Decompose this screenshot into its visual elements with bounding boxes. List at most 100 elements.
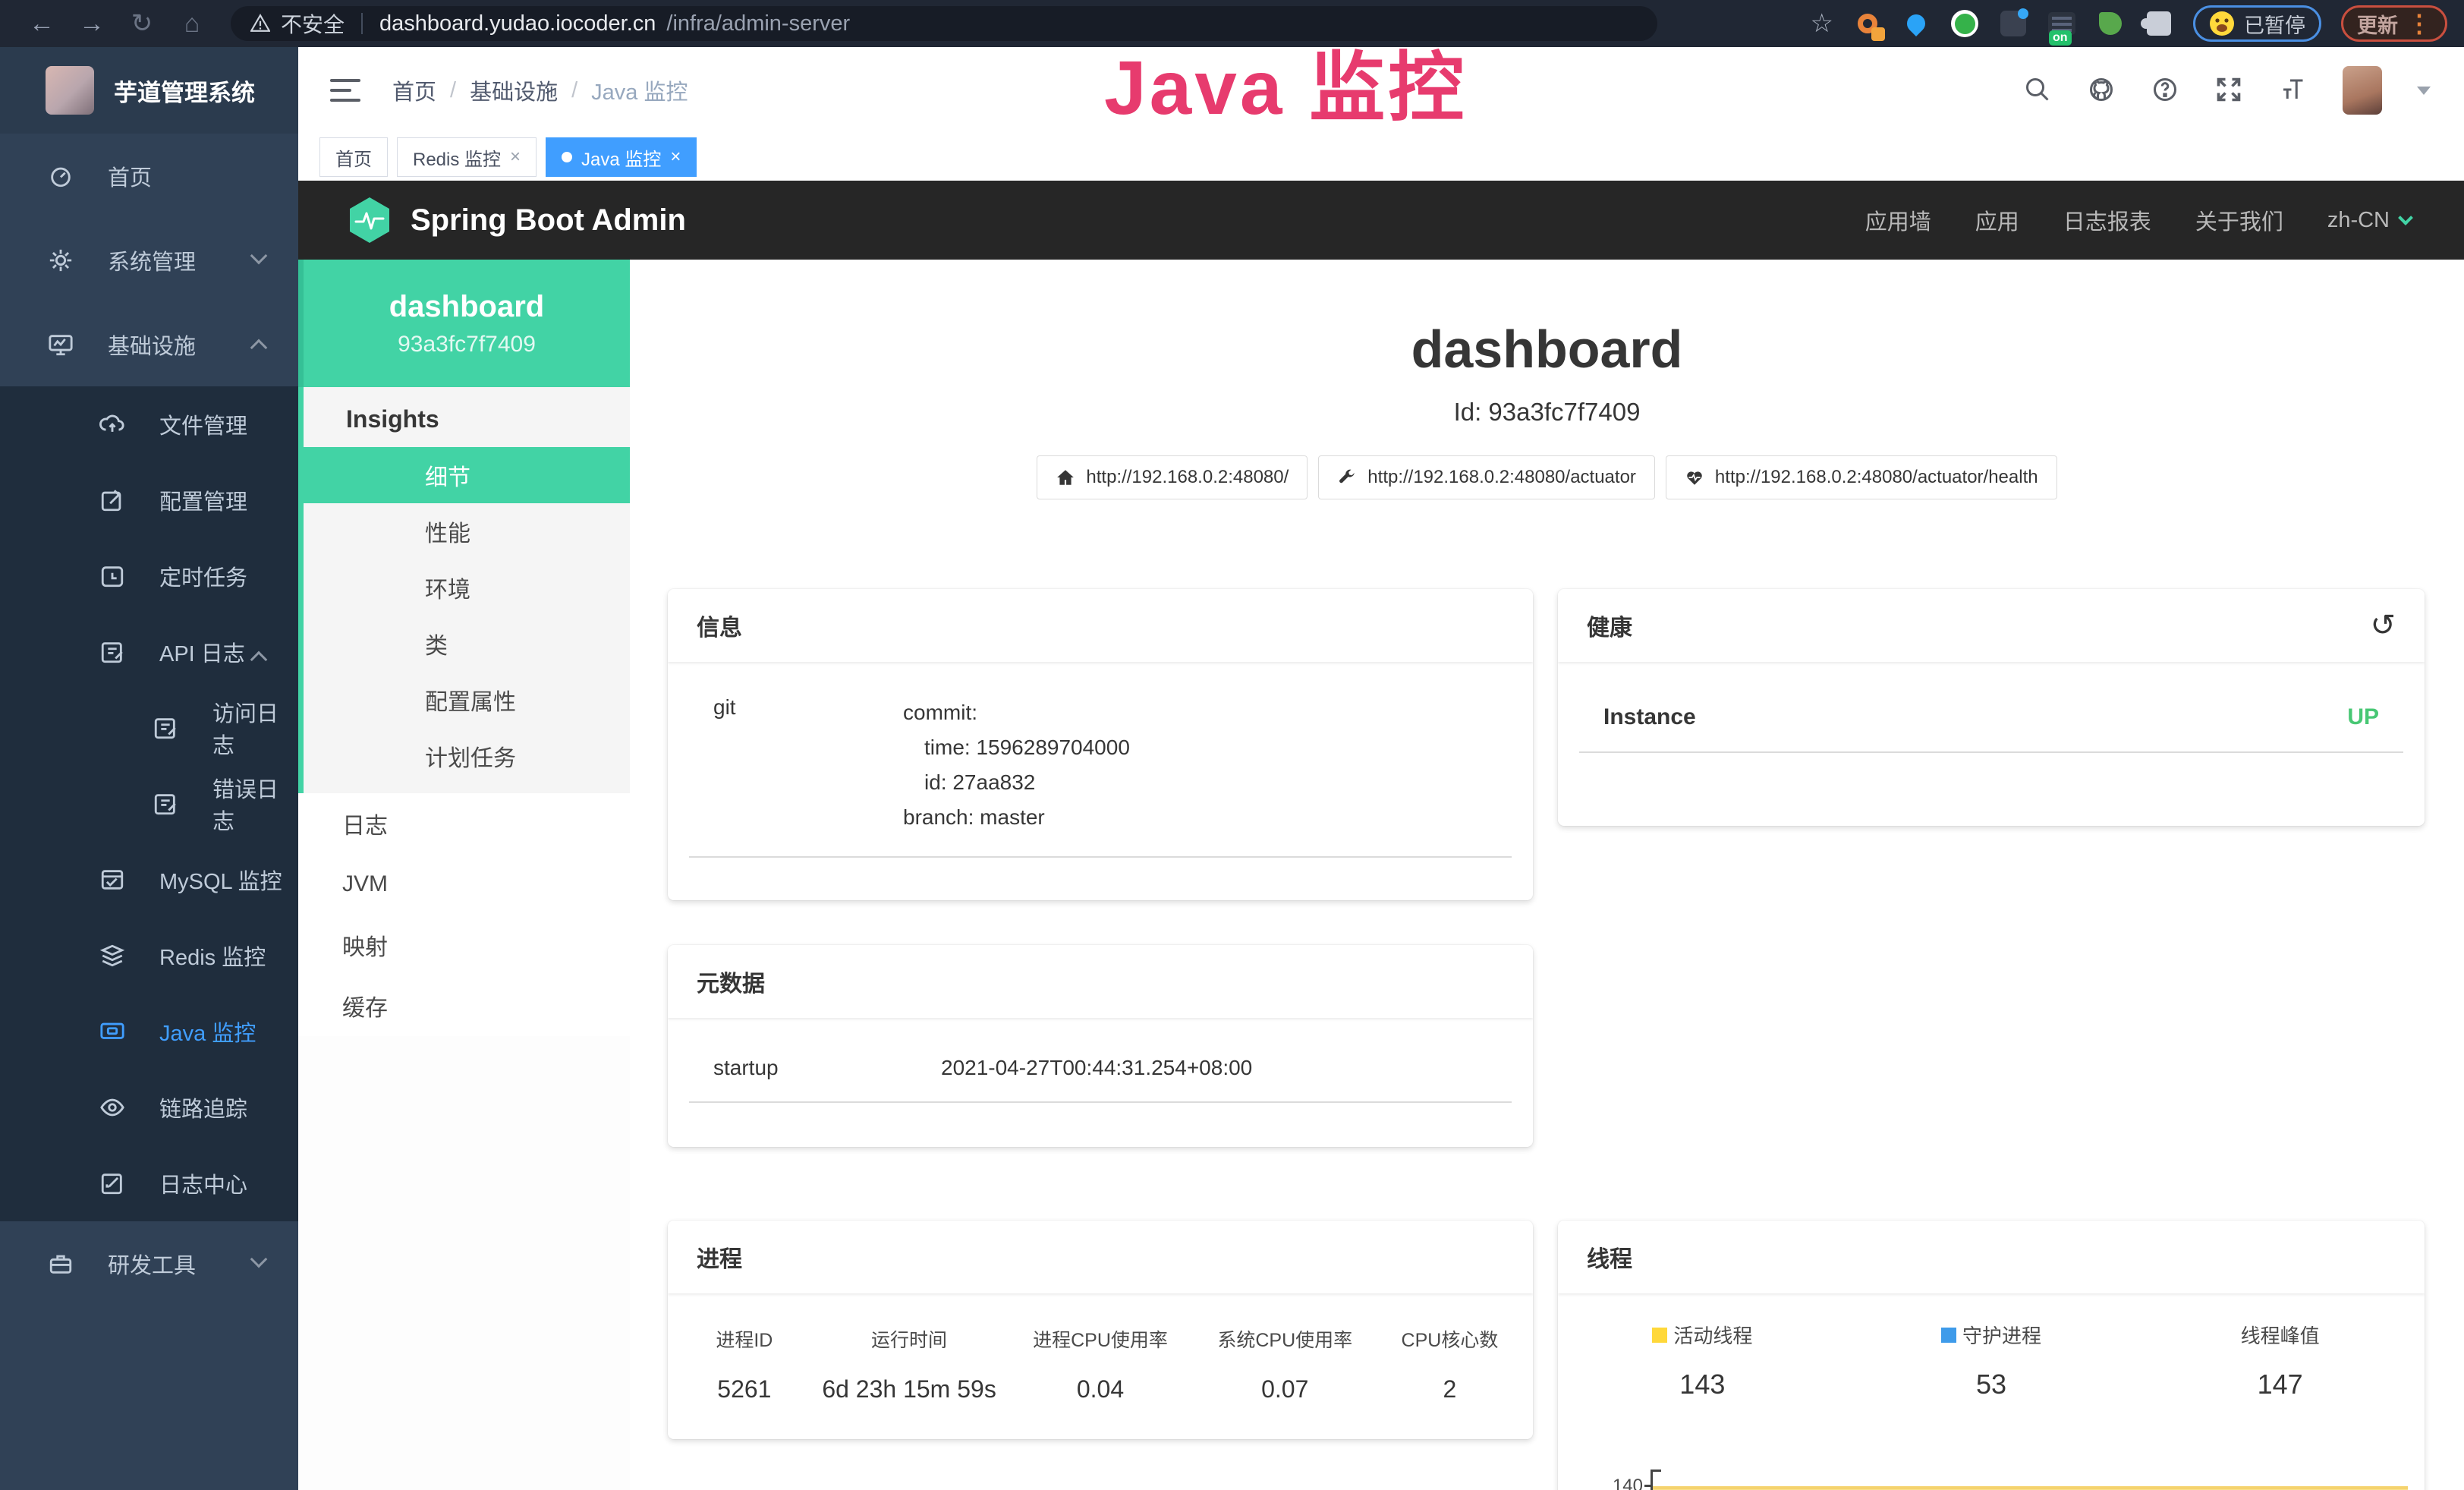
sidebar-item-error-logs[interactable]: 错误日志: [0, 766, 298, 842]
row-divider: [1579, 751, 2403, 753]
sidebar-item-file-manage[interactable]: 文件管理: [0, 386, 298, 462]
gear-icon: [47, 247, 74, 274]
sba-item-environment[interactable]: 环境: [304, 559, 630, 616]
browser-back-icon[interactable]: ←: [17, 9, 67, 39]
sidebar-item-mysql-monitor[interactable]: MySQL 监控: [0, 842, 298, 918]
sba-item-config-props[interactable]: 配置属性: [304, 672, 630, 728]
legend-label: 线程峰值: [2241, 1321, 2320, 1349]
browser-menu-dots-icon[interactable]: ⋮: [2407, 9, 2431, 38]
sba-item-caches[interactable]: 缓存: [298, 975, 630, 1036]
security-label[interactable]: 不安全: [281, 8, 345, 39]
active-tab-dot: [562, 152, 572, 162]
sba-item-classes[interactable]: 类: [304, 616, 630, 672]
health-url-button[interactable]: http://192.168.0.2:48080/actuator/health: [1666, 455, 2057, 499]
fullscreen-icon[interactable]: [2215, 76, 2244, 105]
user-menu-caret-icon[interactable]: [2417, 87, 2431, 95]
extension-icon-orange[interactable]: [1853, 9, 1882, 38]
process-table: 进程ID 5261 运行时间 6d 23h 15m 59s 进程CPU使用率 0…: [668, 1293, 1533, 1403]
sidebar-item-api-logs[interactable]: API 日志: [0, 614, 298, 690]
sidebar-item-scheduled-jobs[interactable]: 定时任务: [0, 538, 298, 614]
y-axis-tickmark: [1644, 1485, 1651, 1487]
breadcrumb-home[interactable]: 首页: [392, 74, 436, 106]
help-icon[interactable]: [2151, 76, 2180, 105]
extension-icon-green-circle[interactable]: [1950, 9, 1979, 38]
tab-close-icon[interactable]: ×: [670, 146, 681, 168]
browser-home-icon[interactable]: ⌂: [167, 9, 217, 39]
sidebar-item-config-manage[interactable]: 配置管理: [0, 462, 298, 538]
url-host[interactable]: dashboard.yudao.iocoder.cn: [379, 11, 656, 36]
threads-card-title: 线程: [1587, 1240, 1632, 1274]
omnibox-divider: [361, 13, 363, 34]
sidebar-item-tracing[interactable]: 链路追踪: [0, 1069, 298, 1145]
sidebar-item-log-center[interactable]: 日志中心: [0, 1145, 298, 1221]
profile-paused-chip[interactable]: 已暂停: [2193, 5, 2321, 42]
sidebar-item-label: 配置管理: [159, 484, 247, 516]
hamburger-icon[interactable]: [330, 79, 360, 102]
sidebar-item-access-logs[interactable]: 访问日志: [0, 690, 298, 766]
sba-item-mappings[interactable]: 映射: [298, 915, 630, 975]
sidebar-item-redis-monitor[interactable]: Redis 监控: [0, 918, 298, 994]
sba-item-metrics[interactable]: 性能: [304, 503, 630, 559]
screen: ← → ↻ ⌂ 不安全 dashboard.yudao.iocoder.cn/i…: [0, 0, 2464, 1490]
sidebar-item-system[interactable]: 系统管理: [0, 218, 298, 302]
browser-reload-icon[interactable]: ↻: [117, 8, 167, 39]
sba-item-jvm[interactable]: JVM: [298, 854, 630, 915]
extensions-puzzle-icon[interactable]: [2145, 9, 2173, 38]
actuator-url-button[interactable]: http://192.168.0.2:48080/actuator: [1318, 455, 1655, 499]
process-card: 进程 进程ID 5261 运行时间 6d 23h 15m 59s 进程CPU使用…: [668, 1221, 1533, 1439]
sba-nav-about[interactable]: 关于我们: [2195, 204, 2283, 236]
sidebar-item-java-monitor[interactable]: Java 监控: [0, 994, 298, 1069]
sba-brand-title[interactable]: Spring Boot Admin: [411, 203, 686, 238]
github-icon[interactable]: [2088, 76, 2116, 105]
update-label: 更新: [2357, 9, 2398, 39]
tab-redis-monitor[interactable]: Redis 监控 ×: [397, 137, 537, 177]
extension-icon-switch[interactable]: on: [2047, 9, 2076, 38]
app-logo-row[interactable]: 芋道管理系统: [0, 47, 298, 134]
process-col-header: 进程CPU使用率: [1008, 1325, 1192, 1353]
sba-item-logs[interactable]: 日志: [298, 793, 630, 854]
tab-label: Java 监控: [581, 144, 661, 171]
process-col-value: 5261: [678, 1375, 810, 1403]
page-instance-id: Id: 93a3fc7f7409: [630, 398, 2464, 427]
sidebar-item-label: API 日志: [159, 636, 245, 668]
browser-update-button[interactable]: 更新 ⋮: [2341, 5, 2447, 42]
cloud-upload-icon: [99, 411, 126, 438]
wrench-icon: [1337, 468, 1357, 487]
threads-card: 线程 活动线程 143 守护进程 53 线程峰值 14: [1558, 1221, 2425, 1490]
legend-swatch-active-threads: [1652, 1328, 1667, 1343]
sba-nav-wallboard[interactable]: 应用墙: [1865, 204, 1931, 236]
sba-instance-id: 93a3fc7f7409: [304, 332, 630, 358]
sidebar-item-dev-tools[interactable]: 研发工具: [0, 1221, 298, 1306]
user-avatar[interactable]: [2343, 66, 2382, 115]
extension-icon-grid[interactable]: [1999, 9, 2028, 38]
bookmark-star-icon[interactable]: ☆: [1811, 8, 1833, 39]
tab-home[interactable]: 首页: [319, 137, 388, 177]
sidebar-item-home[interactable]: 首页: [0, 134, 298, 218]
sidebar-item-label: 日志中心: [159, 1167, 247, 1199]
edit-square-icon: [99, 487, 126, 514]
sba-item-details[interactable]: 细节: [298, 447, 630, 503]
tab-java-monitor[interactable]: Java 监控 ×: [546, 137, 697, 177]
sba-language-select[interactable]: zh-CN: [2327, 208, 2411, 233]
extension-icon-pin[interactable]: [1902, 9, 1931, 38]
legend-label: 守护进程: [1962, 1321, 2041, 1349]
infra-submenu: 文件管理 配置管理 定时任务 API 日志 访: [0, 386, 298, 1221]
active-threads-area: [1653, 1486, 2408, 1490]
sba-item-scheduled-tasks[interactable]: 计划任务: [304, 728, 630, 784]
sidebar-item-infra[interactable]: 基础设施: [0, 302, 298, 386]
sidebar-item-label: 链路追踪: [159, 1092, 247, 1123]
browser-forward-icon[interactable]: →: [67, 9, 117, 39]
sba-nav-applications[interactable]: 应用: [1975, 204, 2019, 236]
url-path[interactable]: /infra/admin-server: [666, 11, 850, 36]
sba-nav-journal[interactable]: 日志报表: [2063, 204, 2151, 236]
search-icon[interactable]: [2024, 76, 2053, 105]
font-size-icon[interactable]: [2279, 76, 2308, 105]
extension-icon-leaf[interactable]: [2096, 9, 2125, 38]
history-icon[interactable]: ↺: [2370, 610, 2396, 641]
tab-close-icon[interactable]: ×: [510, 146, 521, 168]
metadata-startup-row: startup 2021-04-27T00:44:31.254+08:00: [668, 1018, 1533, 1080]
breadcrumb-infra[interactable]: 基础设施: [470, 74, 558, 106]
service-url-button[interactable]: http://192.168.0.2:48080/: [1037, 455, 1308, 499]
sba-instance-header[interactable]: dashboard 93a3fc7f7409: [298, 260, 630, 387]
breadcrumb-separator: /: [571, 78, 577, 103]
